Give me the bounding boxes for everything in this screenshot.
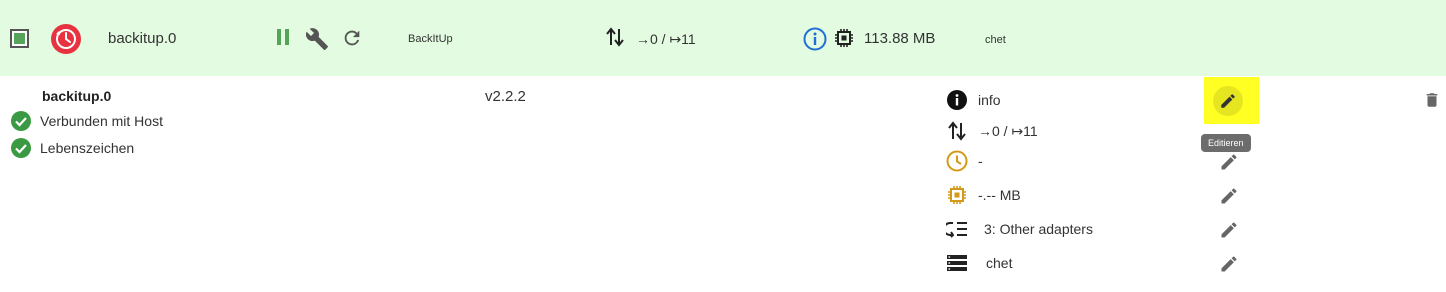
prop-value: chet (986, 255, 1013, 271)
status-heartbeat: Lebenszeichen (11, 138, 134, 158)
backitup-logo (50, 23, 82, 60)
instance-name: backitup.0 (108, 30, 177, 47)
pencil-icon (1221, 154, 1237, 170)
prop-value: -.-- MB (978, 187, 1021, 203)
edit-button-host[interactable] (1217, 252, 1241, 276)
prop-memory: -.-- MB (946, 184, 1021, 206)
events-icon (946, 120, 968, 142)
check-circle-icon (11, 111, 31, 131)
prop-value: →0 / ↦11 (978, 122, 1038, 139)
adapter-title: BackItUp (408, 33, 453, 45)
events-count: →0 / ↦11 (636, 31, 696, 47)
prop-schedule: - (946, 150, 983, 172)
edit-button-memory[interactable] (1217, 184, 1241, 208)
prop-tier: 3: Other adapters (946, 218, 1093, 240)
events-icon (606, 27, 624, 52)
pencil-icon (1221, 256, 1237, 272)
host-icon (946, 252, 968, 274)
chip-icon (946, 184, 968, 206)
edit-button-info[interactable] (1204, 77, 1259, 124)
pencil-icon (1221, 188, 1237, 204)
host-name: chet (985, 34, 1006, 46)
prop-info: info (946, 89, 1001, 111)
check-circle-icon (11, 138, 31, 158)
info-icon[interactable] (803, 27, 827, 56)
prop-value: - (978, 153, 983, 169)
enable-checkbox[interactable] (10, 29, 29, 48)
prop-host: chet (946, 252, 1012, 274)
edit-button-schedule[interactable] (1217, 150, 1241, 174)
memory-usage: 113.88 MB (864, 30, 936, 47)
pencil-icon (1221, 222, 1237, 238)
tier-icon (946, 218, 968, 240)
info-filled-icon (946, 89, 968, 111)
prop-events: →0 / ↦11 (946, 120, 1038, 142)
edit-button-tier[interactable] (1217, 218, 1241, 242)
version-label: v2.2.2 (485, 88, 526, 105)
detail-instance-name: backitup.0 (42, 88, 112, 104)
restart-icon[interactable] (341, 27, 363, 54)
prop-value: 3: Other adapters (984, 221, 1093, 237)
status-connected: Verbunden mit Host (11, 111, 163, 131)
clock-icon (946, 150, 968, 172)
status-label: Verbunden mit Host (40, 113, 163, 129)
status-label: Lebenszeichen (40, 140, 135, 156)
pencil-icon (1221, 94, 1235, 108)
instance-row (0, 0, 1446, 76)
prop-value: info (978, 92, 1001, 108)
wrench-icon[interactable] (305, 27, 329, 56)
pause-icon[interactable] (276, 28, 290, 51)
memory-chip-icon (834, 28, 854, 53)
delete-icon[interactable] (1423, 90, 1441, 115)
